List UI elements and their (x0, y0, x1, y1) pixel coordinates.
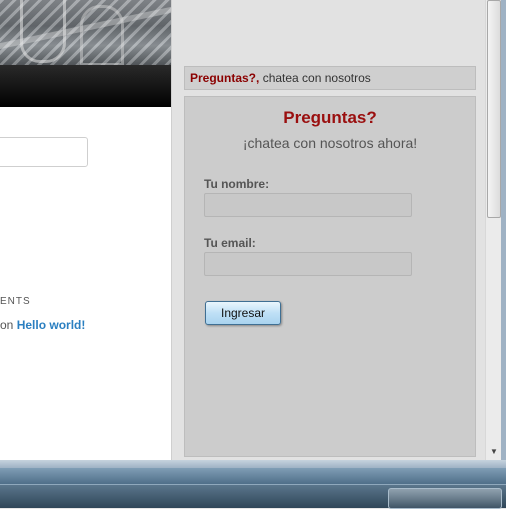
header-image-arch (80, 5, 124, 66)
recent-comment-item: on Hello world! (0, 318, 85, 332)
header-image (0, 0, 171, 66)
header-image-arch (20, 0, 66, 63)
name-label: Tu nombre: (204, 177, 270, 191)
blog-page: ENTS on Hello world! (0, 0, 172, 460)
chat-header-text: chatea con nosotros (259, 71, 371, 85)
window-bottom-border (0, 460, 506, 468)
scroll-down-arrow-icon[interactable]: ▼ (486, 444, 502, 460)
chat-header-bar[interactable]: Preguntas?, chatea con nosotros (184, 66, 476, 90)
taskbar-button[interactable] (388, 488, 502, 509)
name-field[interactable] (204, 193, 412, 217)
email-field[interactable] (204, 252, 412, 276)
chat-form-subtitle: ¡chatea con nosotros ahora! (242, 135, 418, 151)
comment-prefix: on (0, 318, 14, 332)
email-label: Tu email: (204, 236, 256, 250)
chat-form: Preguntas? ¡chatea con nosotros ahora! T… (184, 96, 476, 457)
scrollbar-thumb[interactable] (487, 0, 501, 218)
desktop-background (0, 468, 506, 484)
search-input[interactable] (0, 137, 88, 167)
recent-comments-heading: ENTS (0, 296, 31, 307)
vertical-scrollbar[interactable]: ▼ (485, 0, 502, 460)
window-border (501, 0, 506, 466)
chat-header-strong: Preguntas?, (190, 71, 260, 85)
hello-world-link[interactable]: Hello world! (17, 318, 86, 332)
navigation-bar (0, 65, 171, 107)
chat-form-title: Preguntas? (283, 108, 377, 127)
submit-button[interactable]: Ingresar (205, 301, 281, 325)
